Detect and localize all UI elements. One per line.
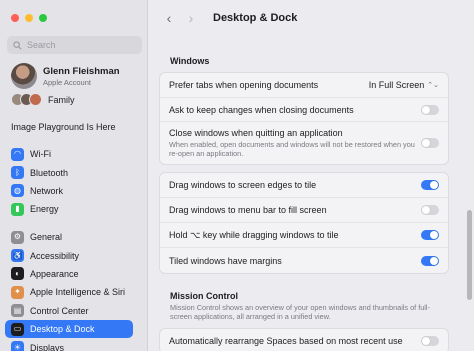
minimize-window-button[interactable] xyxy=(25,14,33,22)
prefer-tabs-label: Prefer tabs when opening documents xyxy=(169,80,319,90)
back-button[interactable]: ‹ xyxy=(161,10,177,26)
appearance-icon: ◐ xyxy=(11,267,24,281)
siri-icon: ✦ xyxy=(11,285,24,299)
sidebar-item-accessibility[interactable]: ♿ Accessibility xyxy=(5,246,133,264)
avatar xyxy=(11,63,37,89)
tiling-option-label: Hold ⌥ key while dragging windows to til… xyxy=(169,229,339,240)
toolbar: ‹ › Desktop & Dock xyxy=(149,0,474,36)
search-icon xyxy=(13,40,22,49)
tiling-option-toggle[interactable] xyxy=(421,180,439,190)
tiling-row: Tiled windows have margins xyxy=(160,248,448,273)
sidebar: Search Glenn Fleishman Apple Account Fam… xyxy=(0,0,148,351)
wifi-icon: ◠ xyxy=(11,147,24,161)
tiling-row: Drag windows to screen edges to tile xyxy=(160,173,448,198)
sidebar-item-control-center[interactable]: ▤ Control Center xyxy=(5,302,133,320)
scrollbar[interactable] xyxy=(467,210,472,300)
window-controls xyxy=(11,14,47,22)
globe-icon: ◍ xyxy=(11,184,24,198)
sidebar-item-appearance[interactable]: ◐ Appearance xyxy=(5,265,133,283)
sidebar-item-label: General xyxy=(30,232,63,243)
search-input[interactable]: Search xyxy=(7,36,142,54)
tiling-option-toggle[interactable] xyxy=(421,230,439,240)
mission-control-group: Automatically rearrange Spaces based on … xyxy=(159,328,449,351)
tiling-option-toggle[interactable] xyxy=(421,205,439,215)
account-subtitle: Apple Account xyxy=(43,77,91,87)
ask-keep-changes-label: Ask to keep changes when closing documen… xyxy=(169,104,354,115)
ask-keep-changes-row: Ask to keep changes when closing documen… xyxy=(160,98,448,122)
gear-icon: ⚙ xyxy=(11,230,24,244)
sidebar-item-label: Appearance xyxy=(30,268,79,279)
sidebar-item-wi-fi[interactable]: ◠ Wi-Fi xyxy=(5,145,133,163)
sidebar-item-label: Control Center xyxy=(30,305,89,316)
family-avatars xyxy=(11,93,42,106)
sidebar-item-label: Accessibility xyxy=(30,250,80,261)
rearrange-spaces-label: Automatically rearrange Spaces based on … xyxy=(169,336,403,346)
rearrange-spaces-toggle[interactable] xyxy=(421,336,439,346)
tiling-option-label: Drag windows to menu bar to fill screen xyxy=(169,205,327,215)
tiling-row: Drag windows to menu bar to fill screen xyxy=(160,198,448,223)
apple-account[interactable]: Glenn Fleishman Apple Account xyxy=(11,63,120,89)
close-windows-row: Close windows when quitting an applicati… xyxy=(160,122,448,164)
zoom-window-button[interactable] xyxy=(39,14,47,22)
rearrange-spaces-row: Automatically rearrange Spaces based on … xyxy=(160,329,448,351)
tiling-option-label: Drag windows to screen edges to tile xyxy=(169,180,317,190)
prefer-tabs-row: Prefer tabs when opening documents In Fu… xyxy=(160,73,448,98)
tiling-option-label: Tiled windows have margins xyxy=(169,255,282,266)
image-playground-promo[interactable]: Image Playground Is Here xyxy=(11,122,116,132)
sidebar-item-bluetooth[interactable]: ᛒ Bluetooth xyxy=(5,163,133,181)
close-windows-label: Close windows when quitting an applicati… xyxy=(169,127,343,138)
windows-section-title: Windows xyxy=(170,56,210,66)
ask-keep-changes-toggle[interactable] xyxy=(421,104,439,115)
mission-control-description: Mission Control shows an overview of you… xyxy=(170,303,430,322)
page-title: Desktop & Dock xyxy=(213,12,298,24)
sidebar-item-label: Network xyxy=(30,185,64,196)
forward-button[interactable]: › xyxy=(183,10,199,26)
battery-icon: ▮ xyxy=(11,202,24,216)
sidebar-item-displays[interactable]: ☀ Displays xyxy=(5,338,133,351)
sidebar-item-network[interactable]: ◍ Network xyxy=(5,182,133,200)
close-windows-description: When enabled, open documents and windows… xyxy=(169,139,415,158)
family-item[interactable]: Family xyxy=(11,93,75,106)
windows-group: Prefer tabs when opening documents In Fu… xyxy=(159,72,449,165)
sidebar-group-system: ⚙ General ♿ Accessibility ◐ Appearance ✦ Apple … xyxy=(5,228,133,351)
sidebar-item-label: Energy xyxy=(30,204,59,215)
bluetooth-icon: ᛒ xyxy=(11,166,24,180)
sidebar-item-apple-intelligence-siri[interactable]: ✦ Apple Intelligence & Siri xyxy=(5,283,133,301)
family-label: Family xyxy=(48,94,75,105)
prefer-tabs-value: In Full Screen xyxy=(368,80,425,90)
tiling-row: Hold ⌥ key while dragging windows to til… xyxy=(160,223,448,248)
sidebar-group-connectivity: ◠ Wi-Fi ᛒ Bluetooth ◍ Network ▮ Energy xyxy=(5,145,133,219)
tiling-option-toggle[interactable] xyxy=(421,255,439,266)
sidebar-item-general[interactable]: ⚙ General xyxy=(5,228,133,246)
sidebar-item-label: Bluetooth xyxy=(30,167,69,178)
account-name: Glenn Fleishman xyxy=(43,65,120,77)
main-pane: ‹ › Desktop & Dock Windows Prefer tabs w… xyxy=(149,0,474,351)
sidebar-item-label: Displays xyxy=(30,342,65,351)
close-windows-toggle[interactable] xyxy=(421,138,439,148)
sidebar-item-label: Wi-Fi xyxy=(30,149,51,160)
desktop-dock-icon: ▭ xyxy=(11,322,24,336)
chevron-updown-icon: ⌃⌄ xyxy=(427,82,439,89)
sidebar-item-desktop-dock[interactable]: ▭ Desktop & Dock xyxy=(5,319,133,339)
accessibility-icon: ♿ xyxy=(11,249,24,263)
sidebar-item-label: Desktop & Dock xyxy=(30,324,95,335)
mission-control-title: Mission Control xyxy=(170,291,238,301)
tiling-group: Drag windows to screen edges to tile Drag… xyxy=(159,172,449,274)
sidebar-item-label: Apple Intelligence & Siri xyxy=(30,287,126,298)
control-center-icon: ▤ xyxy=(11,304,24,318)
search-placeholder: Search xyxy=(27,40,56,50)
sidebar-item-energy[interactable]: ▮ Energy xyxy=(5,200,133,218)
display-icon: ☀ xyxy=(11,341,24,351)
close-window-button[interactable] xyxy=(11,14,19,22)
prefer-tabs-popup[interactable]: In Full Screen ⌃⌄ xyxy=(369,80,439,90)
